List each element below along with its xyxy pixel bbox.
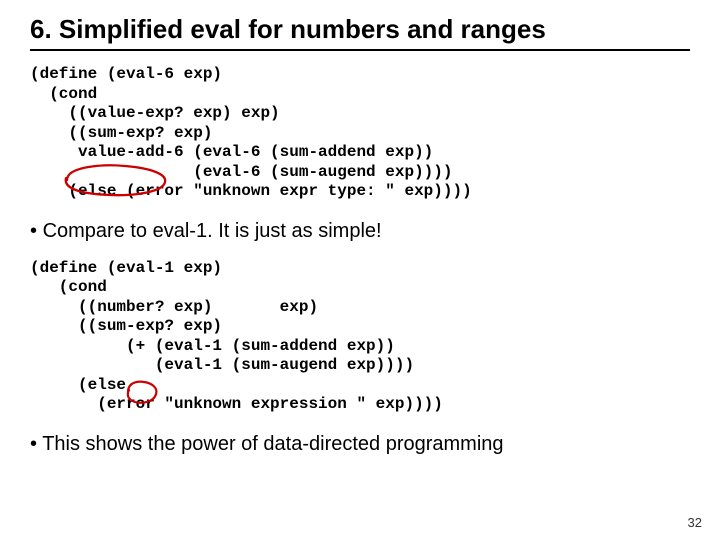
code-block-eval-6: (define (eval-6 exp) (cond ((value-exp? … <box>30 65 690 202</box>
title-underline <box>30 49 690 51</box>
bullet-power: This shows the power of data-directed pr… <box>30 433 690 456</box>
slide-title: 6. Simplified eval for numbers and range… <box>30 14 690 45</box>
code-block-eval-1: (define (eval-1 exp) (cond ((number? exp… <box>30 259 690 415</box>
page-number: 32 <box>688 515 702 530</box>
slide: 6. Simplified eval for numbers and range… <box>0 0 720 540</box>
bullet-compare: Compare to eval-1. It is just as simple! <box>30 220 690 243</box>
